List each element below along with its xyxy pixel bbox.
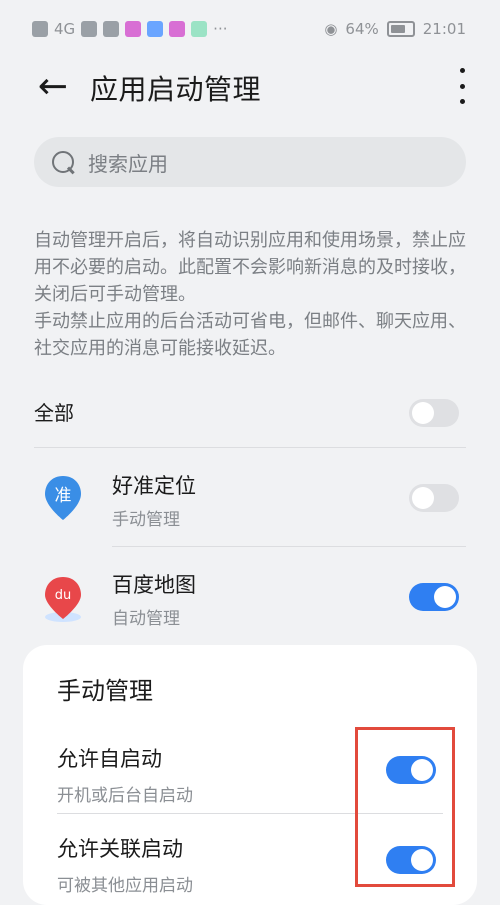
app-toggle-haozhun[interactable] <box>409 484 459 512</box>
highlight-box <box>355 727 455 887</box>
eye-icon: ◉ <box>324 20 338 38</box>
page-title: 应用启动管理 <box>90 73 262 106</box>
status-right: ◉ 64% 21:01 <box>324 20 466 38</box>
battery-icon <box>386 21 415 37</box>
app-icon-glyph: 准 <box>55 486 72 506</box>
all-apps-row: 全部 <box>34 390 466 436</box>
app-name: 好准定位 <box>112 474 196 498</box>
app-header: ← 应用启动管理 <box>0 58 500 114</box>
map-pin-app-icon: du <box>45 577 81 622</box>
app-mode: 自动管理 <box>112 609 180 629</box>
more-options-icon[interactable] <box>452 68 472 104</box>
search-icon <box>52 151 74 173</box>
app-row-baidu-map[interactable]: du 百度地图 自动管理 <box>0 549 500 645</box>
mail-app-icon <box>147 21 164 37</box>
clock: 21:01 <box>422 20 466 38</box>
battery-percent: 64% <box>345 20 379 38</box>
video-app-icon <box>125 21 142 37</box>
status-left: 4G ··· <box>32 20 227 38</box>
signal-label: 4G <box>54 20 76 38</box>
app-mode: 手动管理 <box>112 510 180 530</box>
sim-icon <box>32 21 48 37</box>
app-row-haozhun[interactable]: 准 好准定位 手动管理 <box>0 450 500 546</box>
location-pin-app-icon: 准 <box>45 476 81 520</box>
more-notifications: ··· <box>213 20 228 38</box>
divider <box>34 447 466 448</box>
wifi-icon <box>81 21 98 37</box>
back-arrow-icon[interactable]: ← <box>33 68 73 108</box>
music-app-icon <box>169 21 186 37</box>
description-paragraph-2: 手动禁止应用的后台活动可省电，但邮件、聊天应用、社交应用的消息可能接收延迟。 <box>34 311 466 359</box>
all-apps-toggle[interactable] <box>409 399 459 427</box>
description-paragraph-1: 自动管理开启后，将自动识别应用和使用场景，禁止应用不必要的启动。此配置不会影响新… <box>34 230 466 305</box>
sheet-title: 手动管理 <box>57 677 153 705</box>
search-input[interactable]: 搜索应用 <box>34 137 466 187</box>
app-name: 百度地图 <box>112 573 196 597</box>
wechat-icon <box>103 21 120 37</box>
app-toggle-baidu-map[interactable] <box>409 583 459 611</box>
all-apps-label: 全部 <box>34 401 74 425</box>
search-placeholder: 搜索应用 <box>88 151 168 176</box>
app-icon-glyph: du <box>55 588 72 603</box>
browser-app-icon <box>191 21 208 37</box>
description-text: 自动管理开启后，将自动识别应用和使用场景，禁止应用不必要的启动。此配置不会影响新… <box>34 227 470 362</box>
divider <box>112 546 466 547</box>
status-bar: 4G ··· ◉ 64% 21:01 <box>0 0 500 60</box>
